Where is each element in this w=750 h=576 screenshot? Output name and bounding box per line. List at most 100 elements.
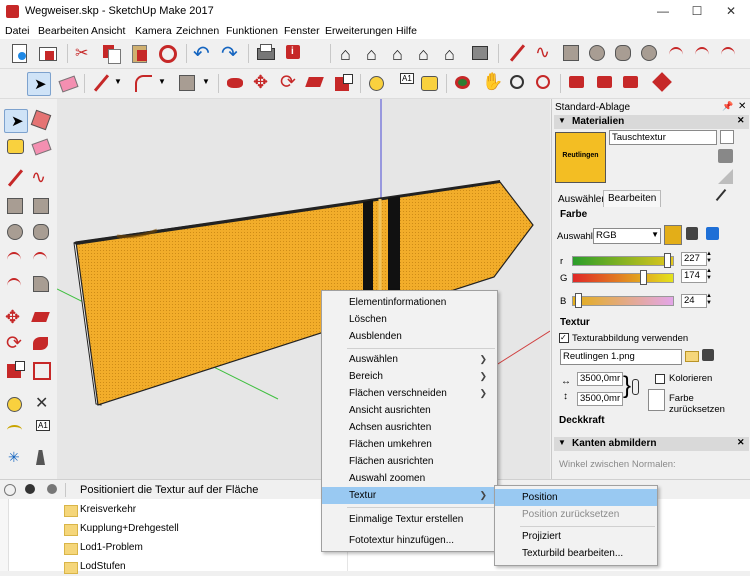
protractor-icon[interactable] — [4, 419, 26, 441]
line-tool-icon[interactable] — [506, 42, 528, 64]
menu-reverse-faces[interactable]: Flächen umkehren — [322, 436, 497, 453]
rotate-icon[interactable]: ⟳ — [4, 333, 26, 355]
left-view-icon[interactable] — [468, 42, 490, 64]
b-spinner-icon[interactable]: ▲ ▼ — [706, 293, 712, 307]
menu-delete[interactable]: Löschen — [322, 311, 497, 328]
paint-icon[interactable] — [4, 135, 26, 157]
g-slider-thumb[interactable] — [640, 270, 647, 285]
lock-aspect-icon[interactable] — [632, 379, 639, 395]
menu-fenster[interactable]: Fenster — [284, 25, 320, 37]
maximize-button[interactable]: ☐ — [680, 0, 714, 23]
circle-icon[interactable] — [4, 221, 26, 243]
sign-in-icon[interactable] — [47, 484, 57, 494]
color-picker-icon[interactable] — [706, 227, 719, 240]
rotated-rectangle-icon[interactable] — [30, 195, 52, 217]
pan-tool-icon[interactable]: ✋ — [480, 72, 503, 94]
select-tool-icon[interactable]: ➤ — [27, 72, 51, 96]
eraser-icon[interactable] — [30, 135, 52, 157]
tray-pin-icon[interactable]: 📌 — [722, 101, 733, 112]
r-value-input[interactable]: 227 — [681, 252, 707, 266]
follow-me-icon[interactable] — [304, 72, 326, 94]
edges-header[interactable]: ▼ Kanten abmildern ✕ — [554, 437, 749, 451]
freehand-icon[interactable]: ∿ — [30, 167, 52, 189]
eraser-tool-icon[interactable] — [57, 72, 79, 94]
menu-texture[interactable]: Textur ❯ — [322, 487, 497, 504]
two-point-arc-left-icon[interactable] — [30, 247, 52, 269]
explorer-list-item[interactable]: LodStufen — [60, 560, 340, 576]
submenu-projected[interactable]: Projiziert — [495, 528, 657, 545]
menu-ansicht[interactable]: Ansicht — [91, 25, 125, 37]
menu-hilfe[interactable]: Hilfe — [396, 25, 417, 37]
orbit-tool-icon[interactable] — [452, 72, 474, 94]
walk-icon[interactable] — [30, 447, 52, 469]
r-slider[interactable] — [572, 256, 674, 266]
three-point-arc-icon[interactable] — [718, 42, 740, 64]
arc-dropdown-icon[interactable]: ▼ — [158, 77, 166, 86]
menu-element-info[interactable]: Elementinformationen — [322, 294, 497, 311]
eyedropper-icon[interactable] — [715, 188, 727, 202]
pie-icon[interactable] — [30, 273, 52, 295]
undo-color-icon[interactable] — [686, 227, 698, 240]
tab-auswaehlen[interactable]: Auswählen — [558, 194, 607, 205]
menu-hide[interactable]: Ausblenden — [322, 328, 497, 345]
undo-icon[interactable]: ↶ — [192, 42, 214, 65]
three-point-arc-left-icon[interactable] — [4, 273, 26, 295]
menu-select[interactable]: Auswählen ❯ — [322, 351, 497, 368]
freehand-tool-icon[interactable]: ∿ — [534, 42, 556, 64]
pie-tool-icon[interactable] — [638, 42, 660, 64]
scale-icon[interactable] — [4, 359, 26, 381]
explorer-list-item[interactable]: Kreisverkehr — [60, 503, 340, 519]
geo-location-icon[interactable] — [4, 484, 16, 496]
browse-folder-icon[interactable] — [685, 351, 699, 362]
back-view-icon[interactable]: ⌂ — [442, 42, 464, 64]
arc-tool-2-icon[interactable] — [132, 72, 154, 94]
open-file-icon[interactable] — [36, 42, 58, 64]
menu-kamera[interactable]: Kamera — [135, 25, 172, 37]
new-file-icon[interactable] — [8, 42, 30, 64]
edit-texture-icon[interactable] — [702, 349, 714, 361]
menu-erweiterungen[interactable]: Erweiterungen — [325, 25, 393, 37]
r-spinner-icon[interactable]: ▲ ▼ — [706, 251, 712, 265]
menu-area[interactable]: Bereich ❯ — [322, 368, 497, 385]
move-icon[interactable]: ✥ — [4, 307, 26, 329]
texture-width-input[interactable]: 3500,0mr — [577, 372, 623, 386]
share-model-icon[interactable] — [620, 72, 642, 94]
submenu-position[interactable]: Position — [495, 489, 657, 506]
explorer-list-item[interactable]: Lod1-Problem — [60, 541, 340, 557]
arc-tool-icon[interactable] — [666, 42, 688, 64]
texture-height-input[interactable]: 3500,0mr — [577, 392, 623, 406]
texture-file-input[interactable]: Reutlingen 1.png — [560, 349, 682, 365]
arc-icon[interactable] — [4, 247, 26, 269]
display-secondary-icon[interactable] — [720, 130, 734, 144]
g-value-input[interactable]: 174 — [681, 269, 707, 283]
g-slider[interactable] — [572, 273, 674, 283]
menu-funktionen[interactable]: Funktionen — [226, 25, 278, 37]
menu-align-axes[interactable]: Achsen ausrichten — [322, 419, 497, 436]
current-color-swatch[interactable] — [664, 225, 682, 245]
zoom-extents-icon[interactable] — [532, 72, 554, 94]
front-view-icon[interactable]: ⌂ — [390, 42, 412, 64]
minimize-button[interactable]: — — [646, 0, 680, 23]
b-slider[interactable] — [572, 296, 674, 306]
menu-datei[interactable]: Datei — [5, 25, 30, 37]
right-view-icon[interactable]: ⌂ — [416, 42, 438, 64]
zoom-tool-icon[interactable] — [506, 72, 528, 94]
b-slider-thumb[interactable] — [575, 293, 582, 308]
menu-zoom-selection[interactable]: Auswahl zoomen — [322, 470, 497, 487]
dimension-tool-icon[interactable]: A1 — [392, 72, 414, 94]
menu-zeichnen[interactable]: Zeichnen — [176, 25, 219, 37]
iso-view-icon[interactable]: ⌂ — [338, 42, 360, 64]
submenu-edit-texture-image[interactable]: Texturbild bearbeiten... — [495, 545, 657, 562]
color-model-select[interactable]: RGB ▼ — [593, 228, 661, 244]
print-icon[interactable] — [254, 42, 276, 64]
scale-tool-icon[interactable] — [332, 72, 354, 94]
menu-orient-faces[interactable]: Flächen ausrichten — [322, 453, 497, 470]
create-material-icon[interactable] — [718, 149, 733, 163]
explorer-list-item[interactable]: Kupplung+Drehgestell — [60, 522, 340, 538]
top-view-icon[interactable]: ⌂ — [364, 42, 386, 64]
line-dropdown-icon[interactable]: ▼ — [114, 77, 122, 86]
cut-icon[interactable]: ✂ — [72, 42, 94, 64]
material-swatch[interactable]: Reutlingen — [555, 132, 606, 183]
follow-me-left-icon[interactable] — [30, 333, 52, 355]
b-value-input[interactable]: 24 — [681, 294, 707, 308]
